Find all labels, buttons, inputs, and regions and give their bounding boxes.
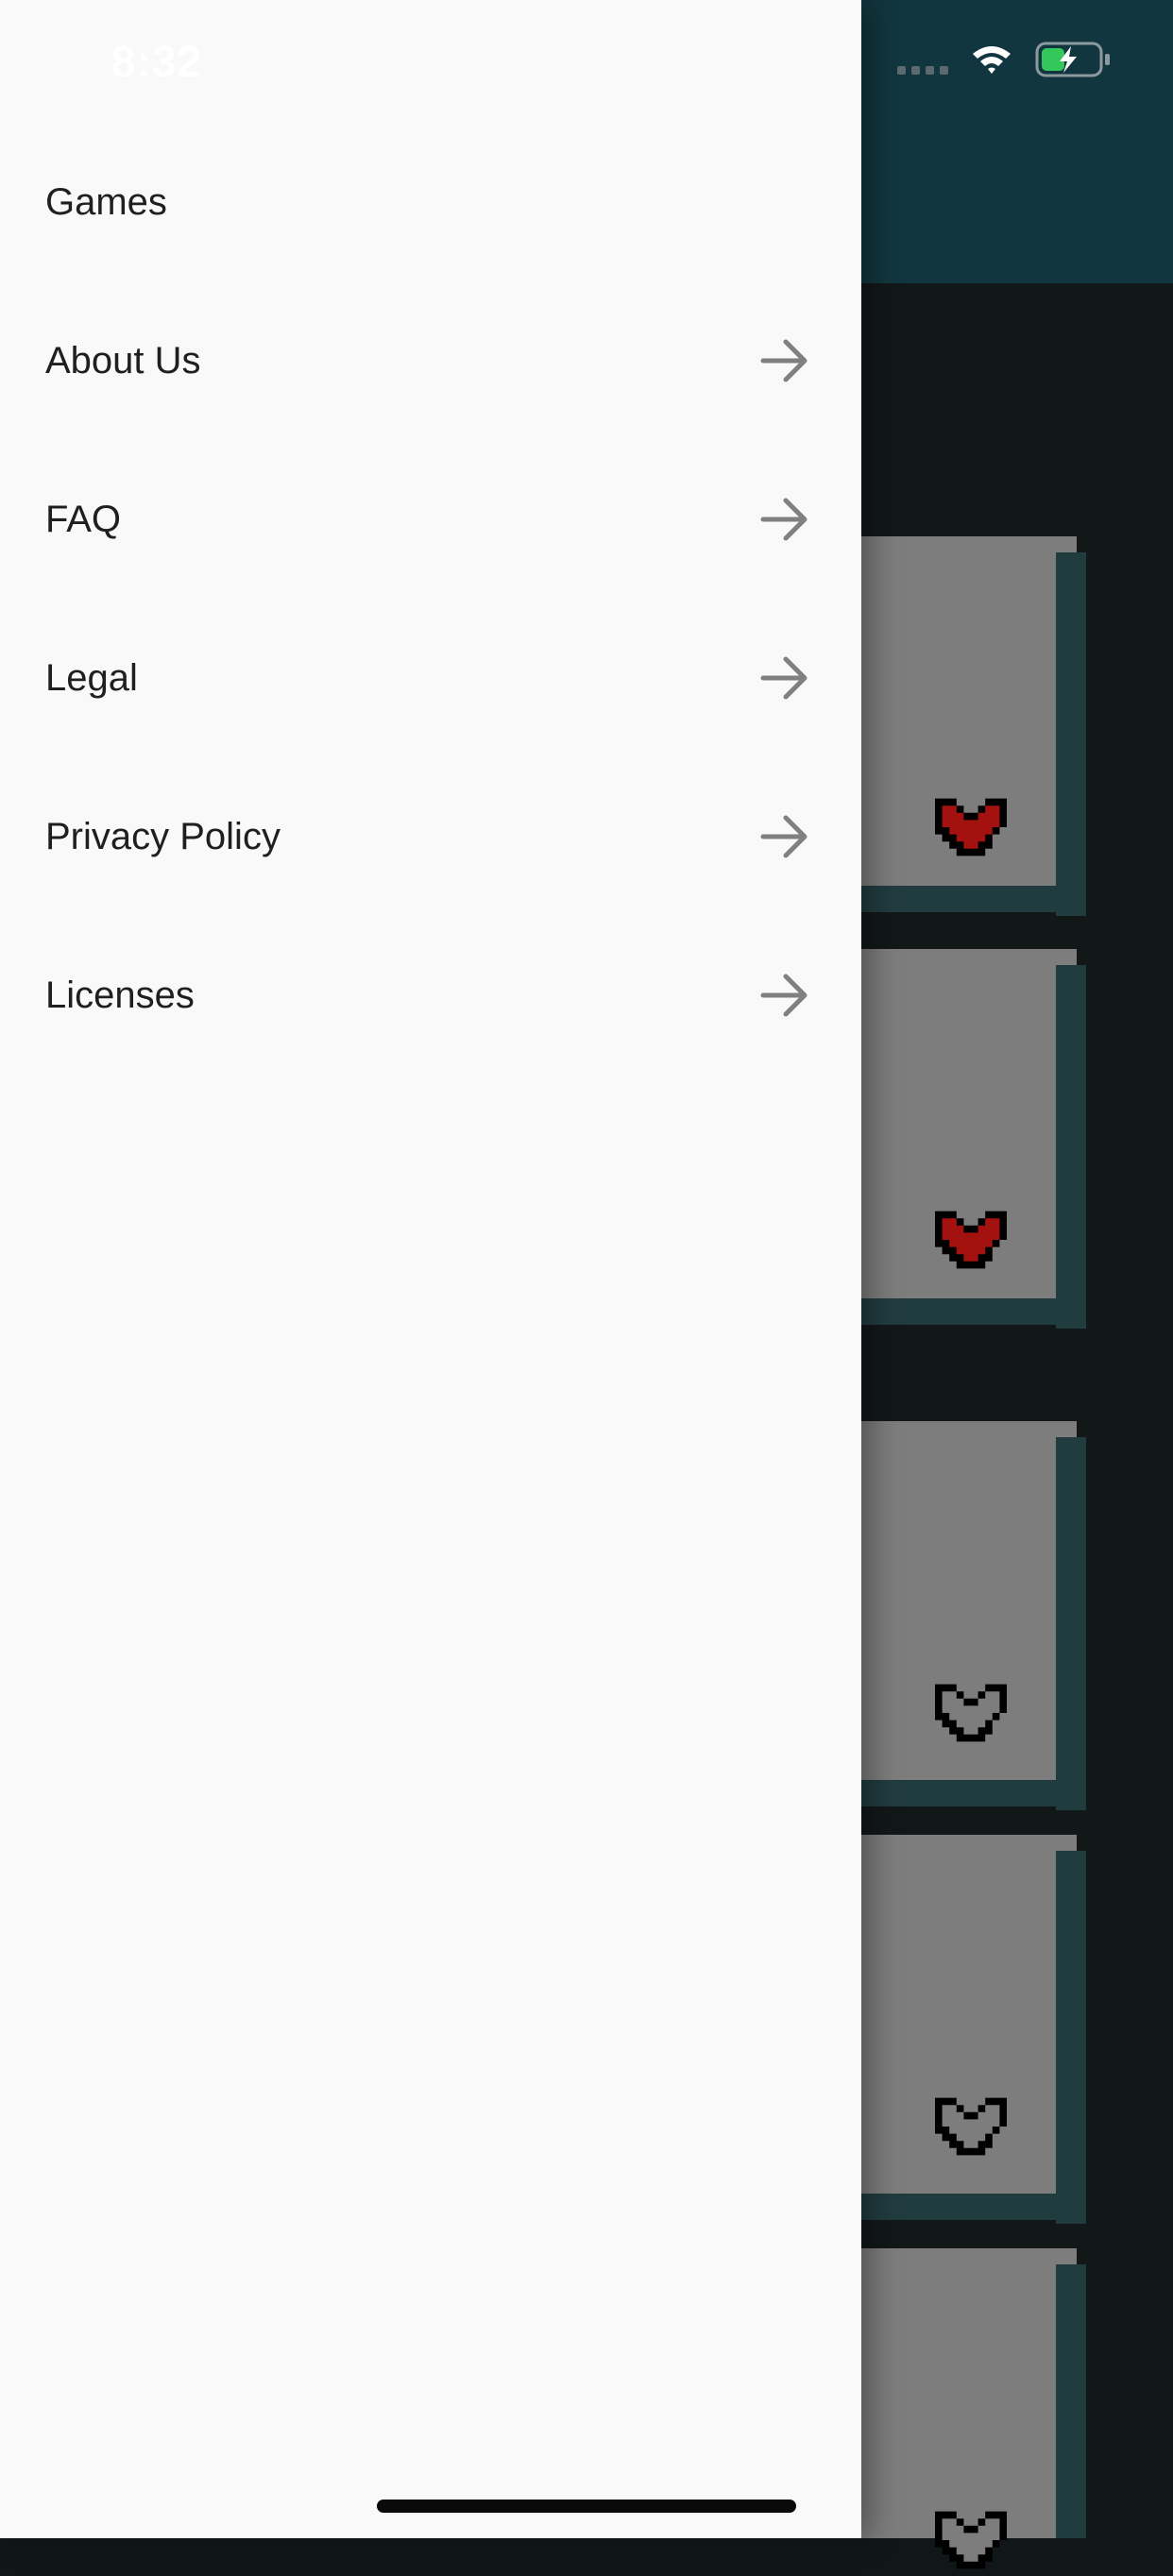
background-strip: [1088, 283, 1173, 2538]
drawer-item-about-us[interactable]: About Us: [0, 281, 861, 440]
card-frame: [1056, 552, 1086, 916]
arrow-right-icon: [760, 815, 808, 858]
heart-outline-icon[interactable]: [926, 1677, 1016, 1749]
arrow-right-icon: [760, 656, 808, 700]
drawer-item-label: Licenses: [45, 974, 195, 1016]
wifi-icon: [973, 46, 1011, 74]
battery-charging-icon: [1035, 42, 1110, 77]
arrow-right-icon: [760, 498, 808, 541]
drawer-item-label: Games: [45, 180, 167, 223]
arrow-right-icon: [760, 339, 808, 382]
cellular-signal-icon: [897, 45, 948, 75]
card-shadow: [822, 886, 1086, 912]
card-shadow: [822, 2194, 1086, 2220]
navigation-drawer: Games About Us FAQ Legal Privacy Policy …: [0, 0, 861, 2538]
heart-outline-icon[interactable]: [926, 2504, 1016, 2576]
heart-filled-icon[interactable]: [926, 791, 1016, 863]
drawer-item-licenses[interactable]: Licenses: [0, 916, 861, 1075]
drawer-item-label: FAQ: [45, 498, 122, 540]
status-time: 8:32: [111, 37, 203, 86]
drawer-item-faq[interactable]: FAQ: [0, 440, 861, 599]
status-indicators: [897, 42, 1111, 77]
heart-filled-icon[interactable]: [926, 1204, 1016, 1276]
card-frame: [1056, 1851, 1086, 2224]
card-shadow: [822, 1298, 1086, 1325]
drawer-item-games[interactable]: Games: [0, 123, 861, 281]
drawer-item-label: Legal: [45, 656, 138, 699]
card-frame: [1056, 2264, 1086, 2538]
drawer-item-label: About Us: [45, 339, 201, 381]
card-shadow: [822, 1780, 1086, 1806]
card-frame: [1056, 965, 1086, 1329]
card-frame: [1056, 1437, 1086, 1810]
drawer-item-privacy-policy[interactable]: Privacy Policy: [0, 757, 861, 916]
arrow-right-icon: [760, 974, 808, 1017]
heart-outline-icon[interactable]: [926, 2091, 1016, 2162]
drawer-item-legal[interactable]: Legal: [0, 599, 861, 757]
drawer-item-label: Privacy Policy: [45, 815, 280, 857]
home-indicator: [377, 2500, 796, 2513]
